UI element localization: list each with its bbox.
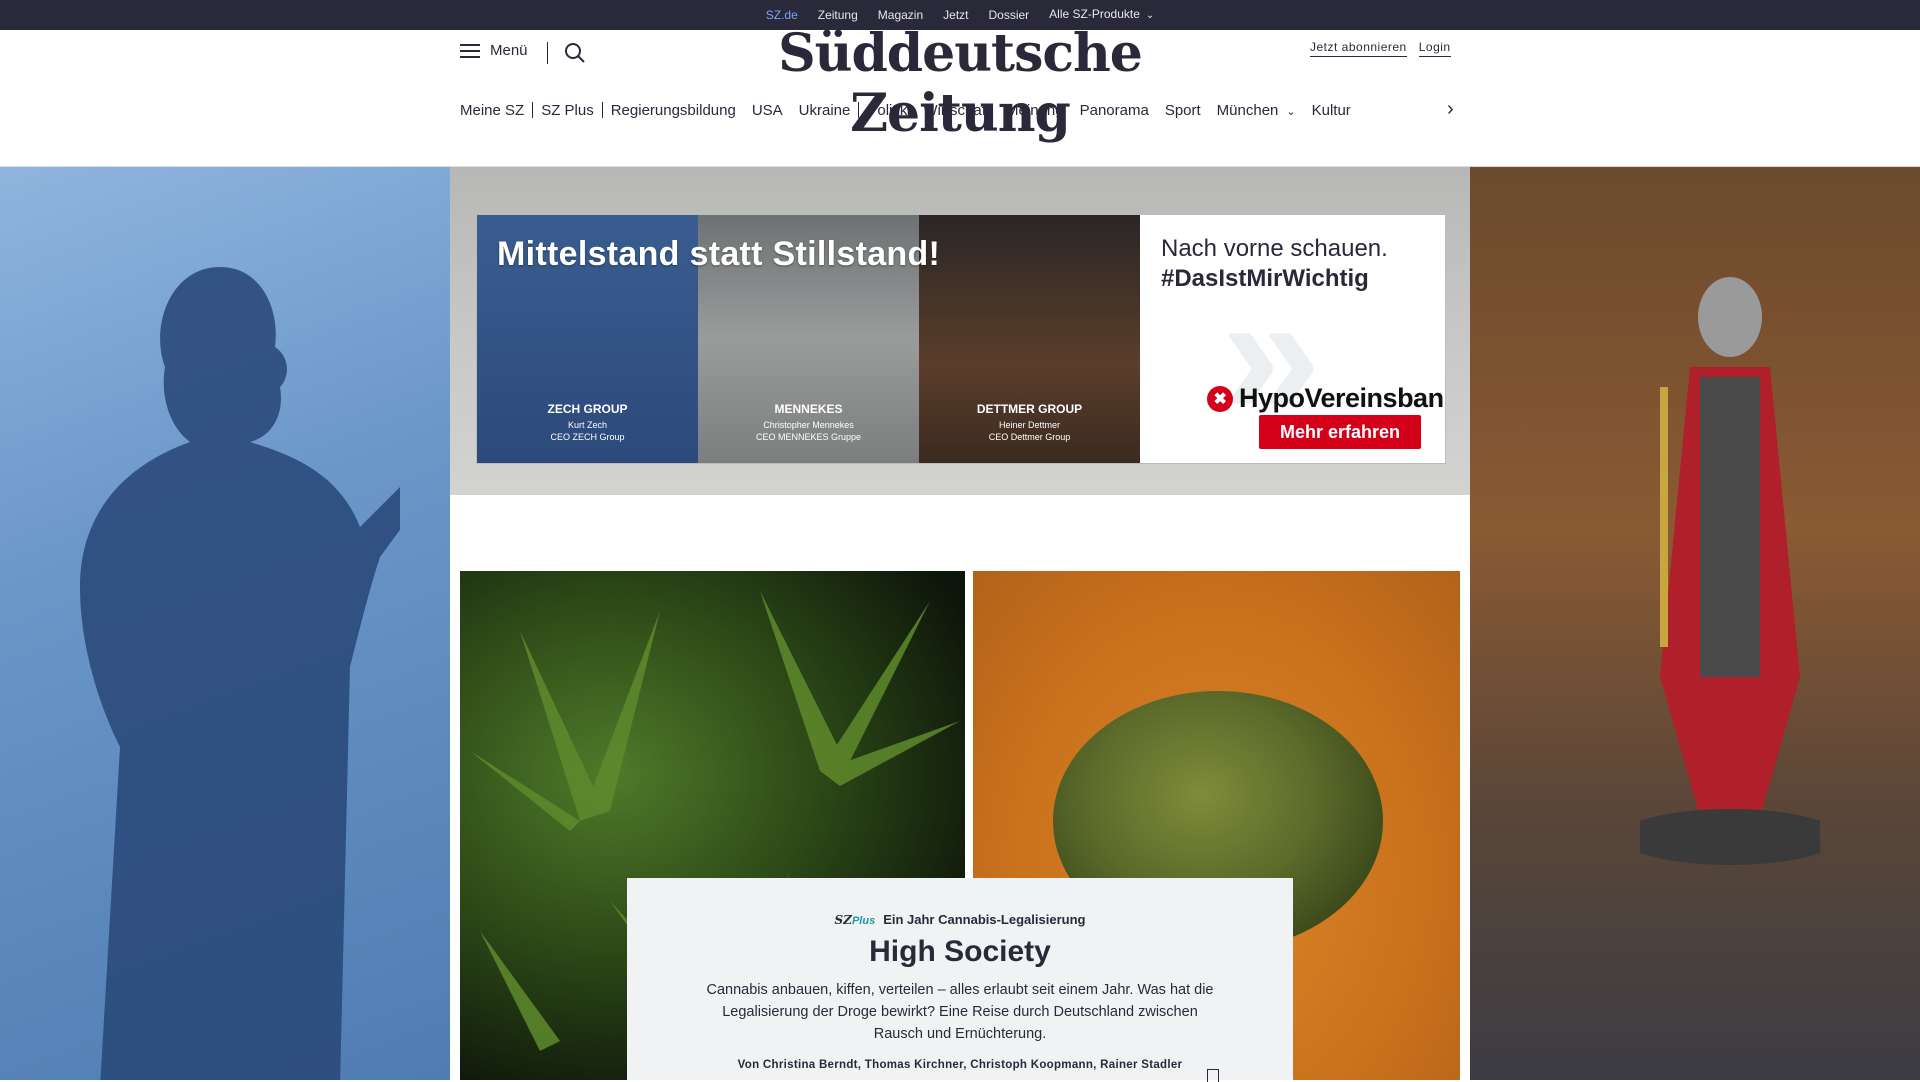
main-nav: Meine SZ SZ Plus Regierungsbildung USA U… <box>460 96 1359 124</box>
nav-item-ukraine[interactable]: Ukraine <box>791 102 859 119</box>
chevron-right-icon[interactable]: › <box>1447 98 1454 121</box>
silhouette-image <box>80 267 400 1080</box>
hamburger-icon <box>460 43 480 58</box>
nav-item-sport[interactable]: Sport <box>1157 102 1209 119</box>
ad-cta-button[interactable]: Mehr erfahren <box>1259 415 1421 449</box>
article-teaser-card[interactable]: SZPlus Ein Jahr Cannabis-Legalisierung H… <box>627 878 1293 1082</box>
ad-brand-panel: » Nach vorne schauen. #DasIstMirWichtig … <box>1141 215 1445 463</box>
ad-tagline: Nach vorne schauen. <box>1161 235 1388 262</box>
ad-company-mennekes: MENNEKES Christopher Mennekes CEO MENNEK… <box>755 402 862 442</box>
wallpaper-ad-left[interactable] <box>0 167 450 1080</box>
ad-company-dettmer: DETTMER GROUP Heiner Dettmer CEO Dettmer… <box>976 402 1083 442</box>
ad-banner[interactable]: ZECH GROUP Kurt Zech CEO ZECH Group MENN… <box>476 214 1446 464</box>
site-logo[interactable]: Süddeutsche Zeitung <box>720 24 1200 144</box>
divider <box>547 42 548 64</box>
nav-item-kultur[interactable]: Kultur <box>1304 102 1359 119</box>
nav-item-meine-sz[interactable]: Meine SZ <box>460 102 532 119</box>
article-authors: Von Christina Berndt, Thomas Kirchner, C… <box>737 1059 1183 1071</box>
nav-item-muenchen[interactable]: München ⌄ <box>1209 102 1304 119</box>
ad-hashtag: #DasIstMirWichtig <box>1161 265 1369 292</box>
chevron-down-icon: ⌄ <box>1286 105 1296 118</box>
chevron-down-icon: ⌄ <box>1145 10 1155 21</box>
sz-plus-badge: SZPlus <box>834 912 876 927</box>
nav-item-usa[interactable]: USA <box>744 102 791 119</box>
menu-button[interactable]: Menü <box>460 42 528 59</box>
nav-item-panorama[interactable]: Panorama <box>1072 102 1157 119</box>
nav-item-regierungsbildung[interactable]: Regierungsbildung <box>603 102 744 119</box>
nav-item-wirtschaft[interactable]: Wirtschaft <box>915 102 998 119</box>
ad-panel-dettmer: DETTMER GROUP Heiner Dettmer CEO Dettmer… <box>919 215 1140 463</box>
search-icon[interactable] <box>562 40 588 66</box>
login-link[interactable]: Login <box>1418 40 1451 57</box>
nav-item-label: München <box>1216 101 1279 119</box>
article-title[interactable]: High Society <box>627 935 1293 969</box>
kicker-text: Ein Jahr Cannabis-Legalisierung <box>883 912 1086 927</box>
ad-company-zech: ZECH GROUP Kurt Zech CEO ZECH Group <box>547 402 628 442</box>
products-label: Alle SZ-Produkte <box>1049 7 1140 21</box>
account-links: Jetzt abonnieren Login <box>1310 40 1451 57</box>
bookmark-icon[interactable] <box>1207 1069 1219 1082</box>
hvb-icon: ✖ <box>1207 385 1233 412</box>
hypovereinsbank-logo: ✖ HypoVereinsbank <box>1207 383 1445 414</box>
statue-image <box>1640 277 1820 865</box>
article-kicker: SZPlus Ein Jahr Cannabis-Legalisierung <box>627 912 1293 927</box>
menu-label: Menü <box>490 42 528 59</box>
subscribe-link[interactable]: Jetzt abonnieren <box>1310 40 1407 57</box>
wallpaper-ad-right[interactable] <box>1470 167 1920 1080</box>
nav-item-sz-plus[interactable]: SZ Plus <box>533 102 602 119</box>
nav-item-meinung[interactable]: Meinung <box>998 102 1072 119</box>
ad-headline: Mittelstand statt Stillstand! <box>497 235 941 273</box>
article-teaser: Cannabis anbauen, kiffen, verteilen – al… <box>706 982 1214 1042</box>
nav-item-politik[interactable]: Politik <box>859 102 915 119</box>
